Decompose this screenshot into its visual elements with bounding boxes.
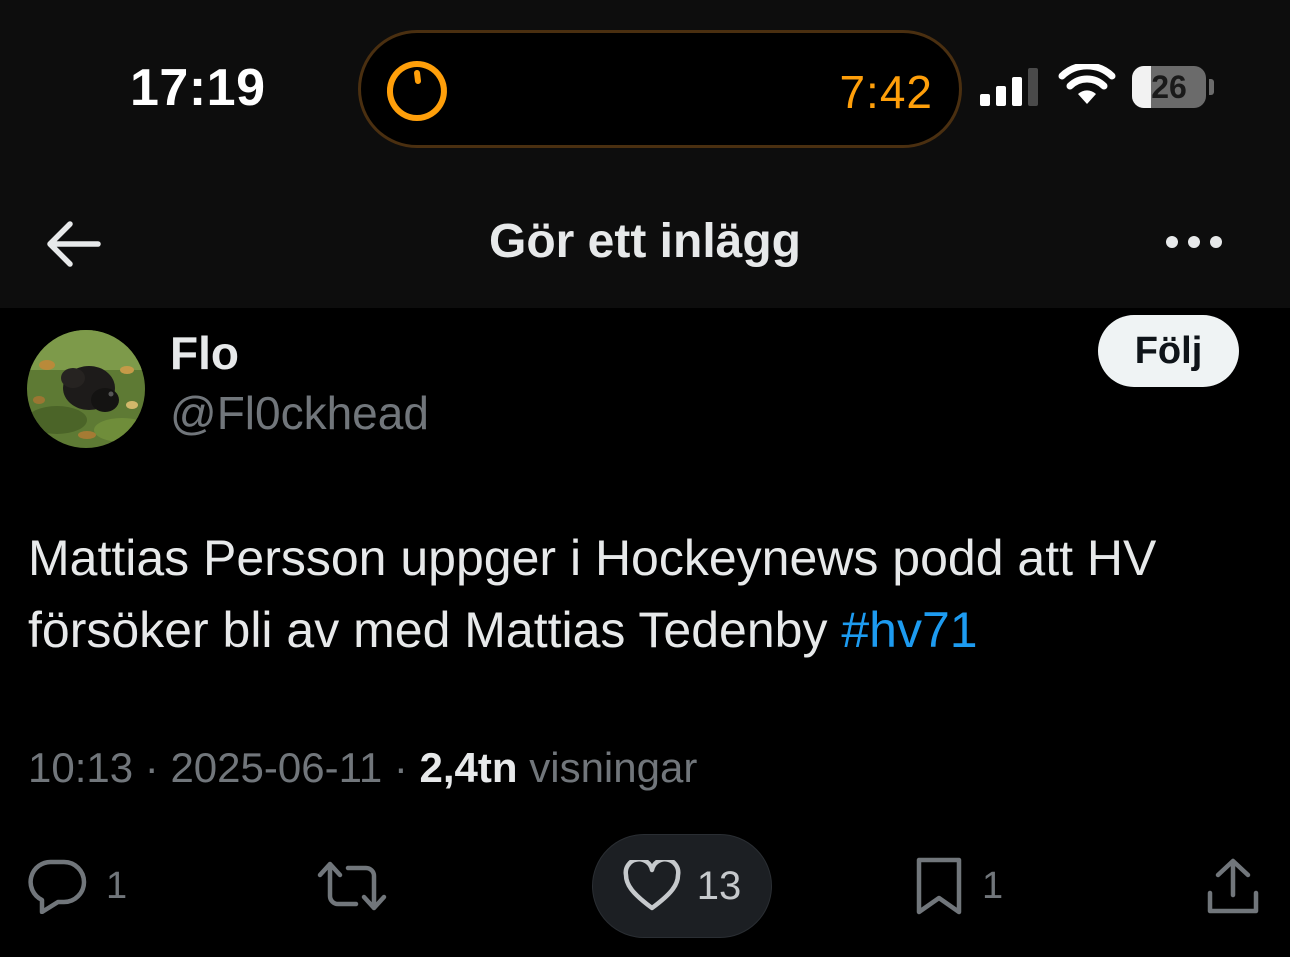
bookmark-icon	[916, 857, 962, 915]
page-title: Gör ett inlägg	[489, 215, 801, 268]
timer-text: 7:42	[839, 66, 933, 118]
more-options-icon[interactable]	[1164, 232, 1224, 252]
cellular-signal-icon	[980, 68, 1038, 106]
post-body: Mattias Persson uppger i Hockeynews podd…	[28, 530, 1157, 658]
wifi-icon	[1058, 64, 1116, 104]
views-count: 2,4tn	[419, 744, 518, 791]
like-button[interactable]: 13	[592, 834, 772, 938]
share-button[interactable]	[1206, 858, 1260, 914]
heart-icon	[623, 860, 681, 911]
views-label: visningar	[529, 744, 698, 791]
repost-icon	[317, 861, 387, 911]
post-meta: 10:13 · 2025-06-11 · 2,4tn visningar	[28, 744, 697, 792]
avatar-image	[27, 330, 145, 448]
bookmark-count: 1	[982, 864, 1004, 907]
dynamic-island[interactable]: 7:42	[358, 30, 962, 148]
timer-icon	[386, 61, 447, 121]
battery-indicator: 26	[1132, 66, 1214, 108]
follow-button[interactable]: Följ	[1098, 315, 1239, 387]
top-bar: 17:19 7:42 26 Gör ett inlägg	[0, 0, 1290, 308]
like-count: 13	[696, 863, 742, 908]
meta-separator: ·	[393, 744, 408, 791]
post-text: Mattias Persson uppger i Hockeynews podd…	[28, 522, 1268, 666]
reply-button[interactable]: 1	[28, 858, 127, 914]
post-time[interactable]: 10:13	[28, 744, 133, 791]
share-icon	[1207, 858, 1259, 914]
hashtag-link[interactable]: #hv71	[841, 602, 977, 658]
battery-percent: 26	[1151, 69, 1187, 105]
display-name[interactable]: Flo	[170, 326, 239, 380]
meta-separator: ·	[144, 744, 159, 791]
repost-button[interactable]	[316, 858, 388, 914]
bookmark-button[interactable]: 1	[914, 857, 1004, 915]
user-handle[interactable]: @Fl0ckhead	[170, 386, 429, 440]
status-time: 17:19	[130, 59, 266, 117]
reply-count: 1	[106, 864, 128, 907]
avatar[interactable]	[27, 330, 145, 448]
battery-cap	[1209, 79, 1214, 95]
reply-icon	[28, 859, 87, 914]
battery-body: 26	[1132, 66, 1206, 108]
post-date[interactable]: 2025-06-11	[170, 744, 382, 791]
